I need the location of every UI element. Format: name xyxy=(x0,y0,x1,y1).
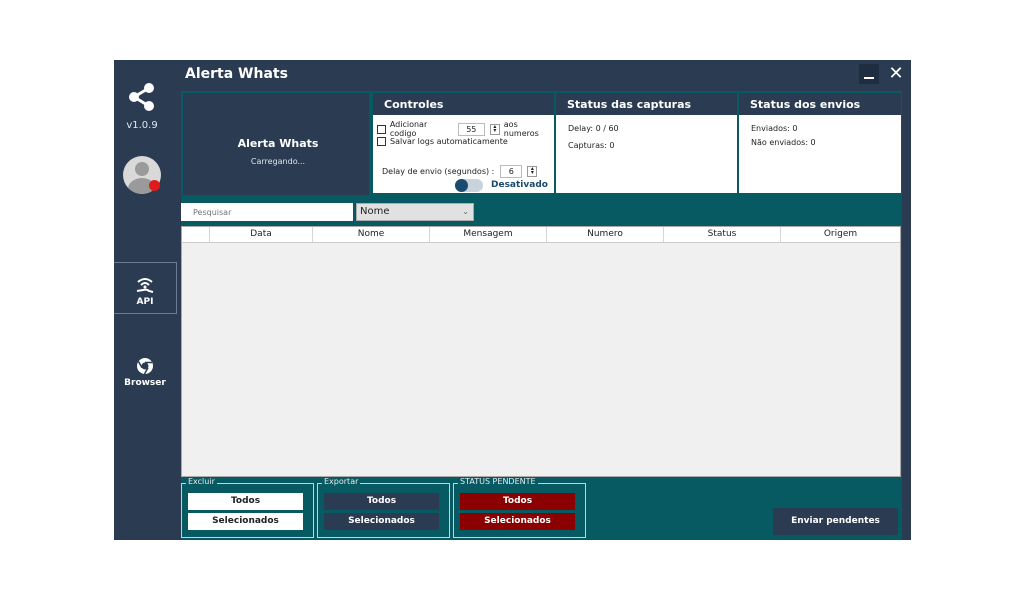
app-info-panel: Alerta Whats Carregando... xyxy=(181,91,371,197)
export-group: Exportar Todos Selecionados xyxy=(317,477,450,538)
filter-select-value: Nome xyxy=(360,206,390,217)
save-logs-checkbox[interactable] xyxy=(377,137,386,146)
delete-group-legend: Excluir xyxy=(186,477,217,486)
table-header: Data Nome Mensagem Numero Status Origem xyxy=(182,227,900,243)
status-dot xyxy=(149,180,160,191)
filter-select[interactable]: Nome ⌄ xyxy=(356,203,474,221)
save-logs-label: Salvar logs automaticamente xyxy=(390,137,508,146)
sidebar-item-label: Browser xyxy=(124,378,166,388)
export-all-button[interactable]: Todos xyxy=(324,493,439,510)
delete-all-button[interactable]: Todos xyxy=(188,493,303,510)
add-code-checkbox[interactable] xyxy=(377,124,386,134)
sends-body: Enviados: 0 Não enviados: 0 xyxy=(739,115,901,193)
export-group-legend: Exportar xyxy=(322,477,361,486)
avatar-head xyxy=(135,162,149,176)
add-code-stepper[interactable]: 55 xyxy=(457,122,485,136)
export-selected-button[interactable]: Selecionados xyxy=(324,513,439,530)
add-code-suffix: aos numeros xyxy=(503,120,539,138)
sends-panel: Status dos envios Enviados: 0 Não enviad… xyxy=(739,91,901,197)
delay-value: 6 xyxy=(508,167,514,176)
delay-spin-icon[interactable]: ▴ ▾ xyxy=(527,166,538,177)
delete-selected-button[interactable]: Selecionados xyxy=(188,513,303,530)
captures-delay-text: Delay: 0 / 60 xyxy=(568,124,619,133)
delay-stepper[interactable]: 6 xyxy=(500,165,523,178)
sends-header: Status dos envios xyxy=(739,91,901,115)
main-area: Alerta Whats Carregando... Controles Adi… xyxy=(181,91,902,540)
controls-body: Adicionar codigo 55 ▴ ▾ aos numeros Salva… xyxy=(373,115,554,193)
captures-header: Status das capturas xyxy=(556,91,737,115)
send-toggle[interactable] xyxy=(455,179,483,192)
delete-group: Excluir Todos Selecionados xyxy=(181,477,314,538)
sidebar-item-api[interactable]: API xyxy=(114,262,177,314)
app-window: v1.0.9 API Browser Alerta Whats ✕ Alerta… xyxy=(114,60,911,540)
sidebar-item-browser[interactable]: Browser xyxy=(114,344,176,394)
search-input[interactable] xyxy=(181,203,353,221)
messages-table: Data Nome Mensagem Numero Status Origem xyxy=(181,226,901,477)
column-header[interactable]: Numero xyxy=(547,227,664,242)
chrome-icon xyxy=(137,358,153,375)
captures-body: Delay: 0 / 60 Capturas: 0 xyxy=(556,115,737,193)
pending-group: STATUS PENDENTE Todos Selecionados xyxy=(453,477,586,538)
add-code-row: Adicionar codigo 55 ▴ ▾ aos numeros xyxy=(377,120,554,138)
toggle-knob xyxy=(455,179,468,192)
loading-text: Carregando... xyxy=(250,157,306,166)
delay-row: Delay de envio (segundos) : 6 ▴ ▾ xyxy=(382,165,538,178)
controls-panel: Controles Adicionar codigo 55 ▴ ▾ aos num… xyxy=(373,91,554,197)
app-name: Alerta Whats xyxy=(237,137,319,150)
column-header[interactable]: Origem xyxy=(781,227,900,242)
wifi-hand-icon xyxy=(136,278,154,293)
sidebar-item-label: API xyxy=(136,297,154,307)
captures-panel: Status das capturas Delay: 0 / 60 Captur… xyxy=(556,91,737,197)
column-header[interactable]: Status xyxy=(664,227,781,242)
captures-count-text: Capturas: 0 xyxy=(568,141,615,150)
row-selector-header[interactable] xyxy=(182,227,210,242)
add-code-label: Adicionar codigo xyxy=(389,120,428,138)
column-header[interactable]: Nome xyxy=(313,227,430,242)
window-title: Alerta Whats xyxy=(185,66,288,82)
add-code-value: 55 xyxy=(466,124,477,134)
version-label: v1.0.9 xyxy=(126,120,158,131)
sidebar: v1.0.9 API Browser xyxy=(114,60,178,540)
pending-group-legend: STATUS PENDENTE xyxy=(458,477,538,486)
chevron-down-icon: ⌄ xyxy=(462,207,469,216)
delay-label: Delay de envio (segundos) : xyxy=(382,167,495,176)
column-header[interactable]: Mensagem xyxy=(430,227,547,242)
column-header[interactable]: Data xyxy=(210,227,313,242)
close-icon[interactable]: ✕ xyxy=(886,64,906,84)
controls-header: Controles xyxy=(373,91,554,115)
toggle-label: Desativado xyxy=(491,180,548,190)
minimize-icon[interactable] xyxy=(859,64,879,84)
pending-selected-button[interactable]: Selecionados xyxy=(460,513,575,530)
share-icon[interactable] xyxy=(127,82,157,112)
sent-count-text: Enviados: 0 xyxy=(751,124,798,133)
not-sent-count-text: Não enviados: 0 xyxy=(751,138,816,147)
pending-all-button[interactable]: Todos xyxy=(460,493,575,510)
save-logs-row: Salvar logs automaticamente xyxy=(377,137,508,146)
add-code-spin-icon[interactable]: ▴ ▾ xyxy=(489,123,500,135)
send-pending-button[interactable]: Enviar pendentes xyxy=(773,508,898,535)
